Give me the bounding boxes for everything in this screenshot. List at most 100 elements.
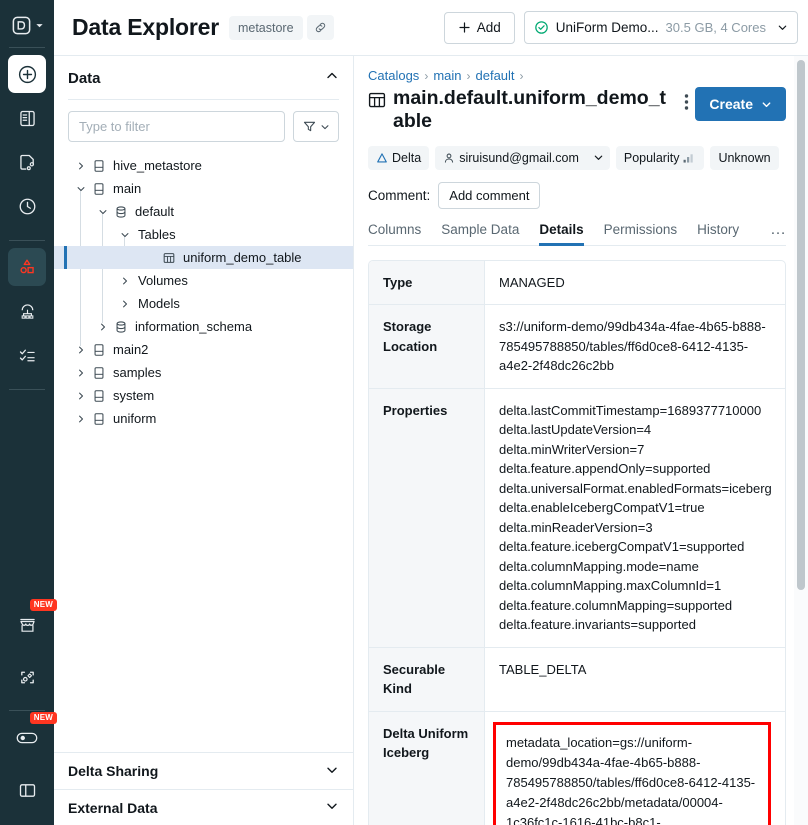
filter-input[interactable] <box>68 111 285 142</box>
cluster-selector[interactable]: UniForm Demo... 30.5 GB, 4 Cores <box>524 11 798 44</box>
owner-dropdown-button[interactable] <box>587 146 610 170</box>
tree-item-tables[interactable]: Tables <box>54 223 353 246</box>
chevron-down-icon[interactable] <box>72 184 89 194</box>
table-row: Storage Location s3://uniform-demo/99db4… <box>369 305 785 389</box>
collapse-sidebar-button[interactable] <box>8 771 46 809</box>
databricks-logo[interactable] <box>6 12 48 38</box>
tree-item-volumes[interactable]: Volumes <box>54 269 353 292</box>
tab-overflow-button[interactable]: … <box>770 221 786 245</box>
plus-circle-icon <box>17 64 38 85</box>
person-icon <box>443 152 455 164</box>
preview-toggle-button[interactable]: NEW <box>8 719 46 757</box>
tree-item-label: uniform <box>113 411 156 426</box>
table-row: Type MANAGED <box>369 261 785 306</box>
tree-item-system[interactable]: system <box>54 384 353 407</box>
marketplace-button[interactable]: NEW <box>8 606 46 644</box>
top-bar: Data Explorer metastore Add <box>54 0 808 55</box>
tab-sample-data[interactable]: Sample Data <box>441 222 519 245</box>
chevron-right-icon[interactable] <box>72 391 89 401</box>
chevron-up-icon[interactable] <box>325 69 339 88</box>
recents-button[interactable] <box>8 187 46 225</box>
tree-item-main[interactable]: main <box>54 177 353 200</box>
page-title: Data Explorer <box>72 14 219 41</box>
tree-item-hive-metastore[interactable]: hive_metastore <box>54 154 353 177</box>
breadcrumb-separator: › <box>520 69 524 83</box>
tab-history[interactable]: History <box>697 222 739 245</box>
tree-item-information-schema[interactable]: information_schema <box>54 315 353 338</box>
data-explorer-window: NEW NEW Data Explo <box>0 0 808 825</box>
tab-columns[interactable]: Columns <box>368 222 421 245</box>
chevron-down-icon[interactable] <box>325 799 339 816</box>
new-button[interactable] <box>8 55 46 93</box>
chevron-down-icon[interactable] <box>116 230 133 240</box>
chevron-right-icon[interactable] <box>94 322 111 332</box>
workflows-button[interactable] <box>8 336 46 374</box>
tree-item-label: Volumes <box>138 273 188 288</box>
catalog-icon <box>89 182 108 196</box>
chevron-right-icon[interactable] <box>116 299 133 309</box>
metadata-pills: Delta siruisund@gmail.com Popularity <box>368 146 786 170</box>
tree-item-main2[interactable]: main2 <box>54 338 353 361</box>
copy-link-button[interactable] <box>307 15 334 40</box>
table-row: Properties delta.lastCommitTimestamp=168… <box>369 389 785 648</box>
panel-icon <box>17 780 38 801</box>
property-line: delta.minWriterVersion=7 <box>499 440 771 460</box>
breadcrumb-separator: › <box>424 69 428 83</box>
metastore-chip[interactable]: metastore <box>229 16 303 40</box>
breadcrumb-item-main[interactable]: main <box>433 68 461 83</box>
data-panel-accordions: Delta Sharing External Data <box>54 752 353 825</box>
breadcrumb-item-default[interactable]: default <box>476 68 515 83</box>
detail-key: Delta Uniform Iceberg <box>369 712 485 825</box>
details-table: Type MANAGED Storage Location s3://unifo… <box>368 260 786 825</box>
check-circle-icon <box>534 20 549 35</box>
chevron-right-icon[interactable] <box>116 276 133 286</box>
chevron-right-icon[interactable] <box>72 161 89 171</box>
tree-item-samples[interactable]: samples <box>54 361 353 384</box>
tree-item-label: default <box>135 204 174 219</box>
chevron-down-icon <box>761 99 772 110</box>
external-data-accordion[interactable]: External Data <box>54 789 353 825</box>
create-button[interactable]: Create <box>695 87 786 121</box>
breadcrumb-item-catalogs[interactable]: Catalogs <box>368 68 419 83</box>
property-line: delta.columnMapping.mode=name <box>499 557 771 577</box>
catalog-icon <box>89 412 108 426</box>
add-button[interactable]: Add <box>444 12 515 44</box>
detail-value-properties: delta.lastCommitTimestamp=1689377710000 … <box>485 389 785 647</box>
chevron-down-icon[interactable] <box>94 207 111 217</box>
main-region: Data Explorer metastore Add <box>54 0 808 825</box>
tree-item-uniform[interactable]: uniform <box>54 407 353 430</box>
chevron-right-icon[interactable] <box>72 368 89 378</box>
data-panel-header[interactable]: Data <box>54 56 353 99</box>
table-row: Delta Uniform Iceberg metadata_location=… <box>369 712 785 825</box>
tree-item-default[interactable]: default <box>54 200 353 223</box>
workspace-button[interactable] <box>8 99 46 137</box>
data-button[interactable] <box>8 248 46 286</box>
size-pill: Unknown <box>710 146 778 170</box>
vertical-scrollbar[interactable] <box>797 56 805 825</box>
left-nav-rail: NEW NEW <box>0 0 54 825</box>
tree-item-label: Models <box>138 296 180 311</box>
scrollbar-thumb[interactable] <box>797 60 805 590</box>
delta-sharing-accordion[interactable]: Delta Sharing <box>54 753 353 789</box>
tree-item-uniform-demo-table[interactable]: uniform_demo_table <box>54 246 353 269</box>
tab-details[interactable]: Details <box>539 222 583 245</box>
schema-icon <box>111 205 130 219</box>
chevron-right-icon[interactable] <box>72 414 89 424</box>
tab-permissions[interactable]: Permissions <box>604 222 678 245</box>
detail-key: Properties <box>369 389 485 647</box>
table-icon <box>159 251 178 265</box>
chevron-down-icon[interactable] <box>325 763 339 780</box>
filter-options-button[interactable] <box>293 111 339 142</box>
detail-value: metadata_location=gs://uniform-demo/99db… <box>506 733 758 825</box>
tree-item-models[interactable]: Models <box>54 292 353 315</box>
bar-chart-icon <box>683 152 696 163</box>
format-pill: Delta <box>368 146 429 170</box>
partner-connect-button[interactable] <box>8 658 46 696</box>
add-comment-button[interactable]: Add comment <box>438 182 540 209</box>
chevron-right-icon[interactable] <box>72 345 89 355</box>
kebab-menu-icon[interactable] <box>677 90 695 114</box>
external-data-label: External Data <box>68 800 157 816</box>
compute-button[interactable] <box>8 292 46 330</box>
repos-button[interactable] <box>8 143 46 181</box>
cluster-name: UniForm Demo... <box>556 20 659 35</box>
